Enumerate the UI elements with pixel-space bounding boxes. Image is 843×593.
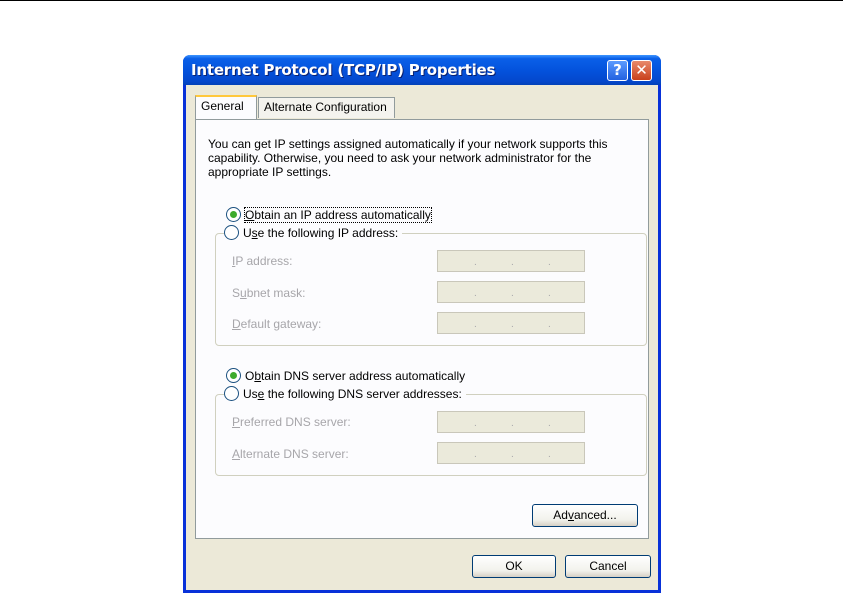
dns-server-group: Preferred DNS server: ... Alternate DNS … — [215, 394, 647, 476]
intro-text: You can get IP settings assigned automat… — [208, 137, 608, 179]
alternate-dns-label: Alternate DNS server: — [232, 447, 349, 461]
tab-alternate-configuration[interactable]: Alternate Configuration — [258, 97, 395, 118]
ip-address-label: IP address: — [232, 254, 293, 268]
default-gateway-input[interactable]: ... — [437, 312, 585, 334]
general-tab-panel: You can get IP settings assigned automat… — [195, 119, 649, 539]
subnet-mask-input[interactable]: ... — [437, 281, 585, 303]
help-icon: ? — [613, 61, 622, 79]
window-title: Internet Protocol (TCP/IP) Properties — [191, 61, 496, 79]
ip-address-input[interactable]: ... — [437, 250, 585, 272]
tcpip-properties-dialog: Internet Protocol (TCP/IP) Properties ? … — [183, 55, 661, 593]
radio-use-following-dns[interactable]: Use the following DNS server addresses: — [224, 386, 466, 402]
radio-use-following-ip[interactable]: Use the following IP address: — [224, 225, 403, 241]
radio-obtain-dns-auto[interactable]: Obtain DNS server address automatically — [226, 368, 465, 384]
close-button[interactable]: ✕ — [631, 60, 652, 81]
preferred-dns-label: Preferred DNS server: — [232, 415, 351, 429]
radio-unchecked-icon — [224, 225, 239, 240]
ok-button[interactable]: OK — [472, 555, 556, 578]
subnet-mask-label: Subnet mask: — [232, 286, 306, 300]
top-rule — [0, 0, 843, 1]
radio-obtain-ip-auto-label: Obtain an IP address automatically — [244, 207, 432, 223]
radio-obtain-ip-auto[interactable]: Obtain an IP address automatically — [226, 207, 432, 223]
title-bar[interactable]: Internet Protocol (TCP/IP) Properties ? … — [183, 55, 661, 85]
radio-checked-icon — [226, 207, 241, 222]
radio-unchecked-icon — [224, 386, 239, 401]
default-gateway-label: Default gateway: — [232, 317, 322, 331]
advanced-button[interactable]: Advanced... — [532, 504, 638, 527]
cancel-button[interactable]: Cancel — [565, 555, 651, 578]
preferred-dns-input[interactable]: ... — [437, 411, 585, 433]
radio-checked-icon — [226, 368, 241, 383]
ip-address-group: IP address: ... Subnet mask: ... Default… — [215, 233, 647, 346]
help-button[interactable]: ? — [607, 60, 628, 81]
close-icon: ✕ — [635, 61, 648, 79]
alternate-dns-input[interactable]: ... — [437, 442, 585, 464]
tab-general[interactable]: General — [195, 95, 257, 119]
